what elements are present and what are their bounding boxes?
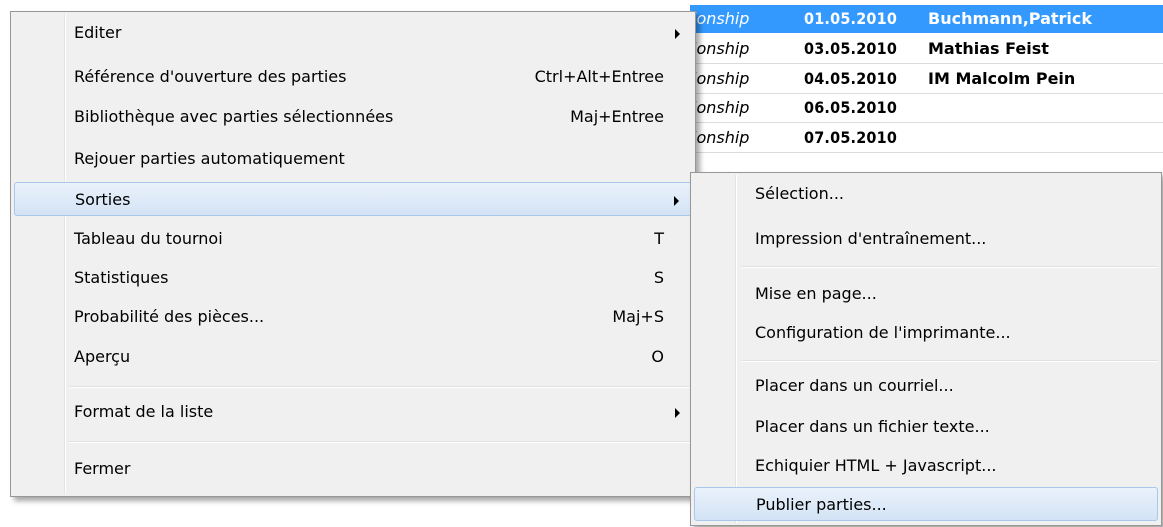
submenu-item-text-file[interactable]: Placer dans un fichier texte... xyxy=(694,410,1158,444)
menu-item-label: Editer xyxy=(74,23,122,42)
menu-item-label: Format de la liste xyxy=(74,402,214,421)
row-divider xyxy=(690,152,1163,153)
menu-item-editer[interactable]: Editer xyxy=(14,16,692,50)
submenu-arrow-icon xyxy=(675,408,680,418)
menu-item-label: Rejouer parties automatiquement xyxy=(74,149,345,168)
menu-item-statistics[interactable]: Statistiques S xyxy=(14,261,692,295)
menu-item-label: Bibliothèque avec parties sélectionnées xyxy=(74,107,394,126)
event-cell: ionship xyxy=(692,128,750,147)
row-divider xyxy=(690,122,1163,123)
menu-item-sorties[interactable]: Sorties xyxy=(14,182,692,216)
menu-item-replay-games[interactable]: Rejouer parties automatiquement xyxy=(14,142,692,176)
menu-item-label: Placer dans un fichier texte... xyxy=(755,417,990,436)
event-cell: ionship xyxy=(692,98,750,117)
menu-item-opening-reference[interactable]: Référence d'ouverture des parties Ctrl+A… xyxy=(14,60,692,94)
event-cell: ionship xyxy=(692,69,750,88)
menu-item-library-selected[interactable]: Bibliothèque avec parties sélectionnées … xyxy=(14,100,692,134)
submenu-item-selection[interactable]: Sélection... xyxy=(694,177,1158,211)
event-cell: ionship xyxy=(692,9,750,28)
date-cell: 06.05.2010 xyxy=(804,98,898,117)
menu-item-list-format[interactable]: Format de la liste xyxy=(14,395,692,429)
menu-separator xyxy=(69,386,692,388)
date-cell: 01.05.2010 xyxy=(804,9,898,28)
menu-item-shortcut: O xyxy=(651,347,664,366)
game-list-row[interactable]: ionship 01.05.2010 Buchmann,Patrick xyxy=(690,5,1163,33)
player-cell: IM Malcolm Pein xyxy=(928,69,1076,88)
menu-item-label: Mise en page... xyxy=(755,284,877,303)
game-list-row[interactable]: ionship 04.05.2010 IM Malcolm Pein xyxy=(690,65,1163,93)
menu-item-label: Tableau du tournoi xyxy=(74,229,223,248)
context-menu: Editer Référence d'ouverture des parties… xyxy=(10,11,696,497)
menu-item-tournament-table[interactable]: Tableau du tournoi T xyxy=(14,222,692,256)
player-cell: Buchmann,Patrick xyxy=(928,9,1093,28)
submenu-item-email[interactable]: Placer dans un courriel... xyxy=(694,369,1158,403)
date-cell: 03.05.2010 xyxy=(804,39,898,58)
menu-item-label: Probabilité des pièces... xyxy=(74,307,265,326)
menu-item-label: Publier parties... xyxy=(756,495,887,514)
menu-separator xyxy=(741,266,1158,268)
menu-item-label: Placer dans un courriel... xyxy=(755,376,954,395)
menu-item-label: Configuration de l'imprimante... xyxy=(755,323,1011,342)
menu-item-label: Statistiques xyxy=(74,268,169,287)
menu-item-shortcut: Maj+S xyxy=(612,307,664,326)
menu-item-shortcut: Maj+Entree xyxy=(570,107,664,126)
menu-item-label: Aperçu xyxy=(74,347,131,366)
menu-item-shortcut: T xyxy=(654,229,664,248)
submenu-item-page-setup[interactable]: Mise en page... xyxy=(694,277,1158,311)
submenu-item-printer-config[interactable]: Configuration de l'imprimante... xyxy=(694,316,1158,350)
sorties-submenu: Sélection... Impression d'entraînement..… xyxy=(690,172,1162,526)
menu-item-piece-probability[interactable]: Probabilité des pièces... Maj+S xyxy=(14,300,692,334)
event-cell: ionship xyxy=(692,39,750,58)
date-cell: 04.05.2010 xyxy=(804,69,898,88)
submenu-arrow-icon xyxy=(674,196,679,206)
menu-item-label: Impression d'entraînement... xyxy=(755,229,987,248)
submenu-item-training-print[interactable]: Impression d'entraînement... xyxy=(694,222,1158,256)
menu-item-preview[interactable]: Aperçu O xyxy=(14,340,692,374)
menu-item-label: Sélection... xyxy=(755,184,844,203)
menu-item-shortcut: Ctrl+Alt+Entree xyxy=(534,67,664,86)
submenu-arrow-icon xyxy=(675,29,680,39)
menu-item-shortcut: S xyxy=(653,268,664,287)
menu-item-label: Sorties xyxy=(75,190,131,209)
submenu-item-html-board[interactable]: Echiquier HTML + Javascript... xyxy=(694,449,1158,483)
game-list-row[interactable]: ionship 06.05.2010 xyxy=(690,94,1163,122)
player-cell: Mathias Feist xyxy=(928,39,1049,58)
menu-item-label: Fermer xyxy=(74,459,131,478)
row-divider xyxy=(690,63,1163,64)
game-list-row[interactable]: ionship 07.05.2010 xyxy=(690,124,1163,152)
date-cell: 07.05.2010 xyxy=(804,128,898,147)
menu-separator xyxy=(741,360,1158,362)
menu-item-label: Référence d'ouverture des parties xyxy=(74,67,347,86)
menu-separator xyxy=(69,441,692,443)
submenu-item-publish-games[interactable]: Publier parties... xyxy=(694,487,1158,521)
menu-item-close[interactable]: Fermer xyxy=(14,452,692,486)
menu-item-label: Echiquier HTML + Javascript... xyxy=(755,456,997,475)
game-list-row[interactable]: ionship 03.05.2010 Mathias Feist xyxy=(690,35,1163,63)
